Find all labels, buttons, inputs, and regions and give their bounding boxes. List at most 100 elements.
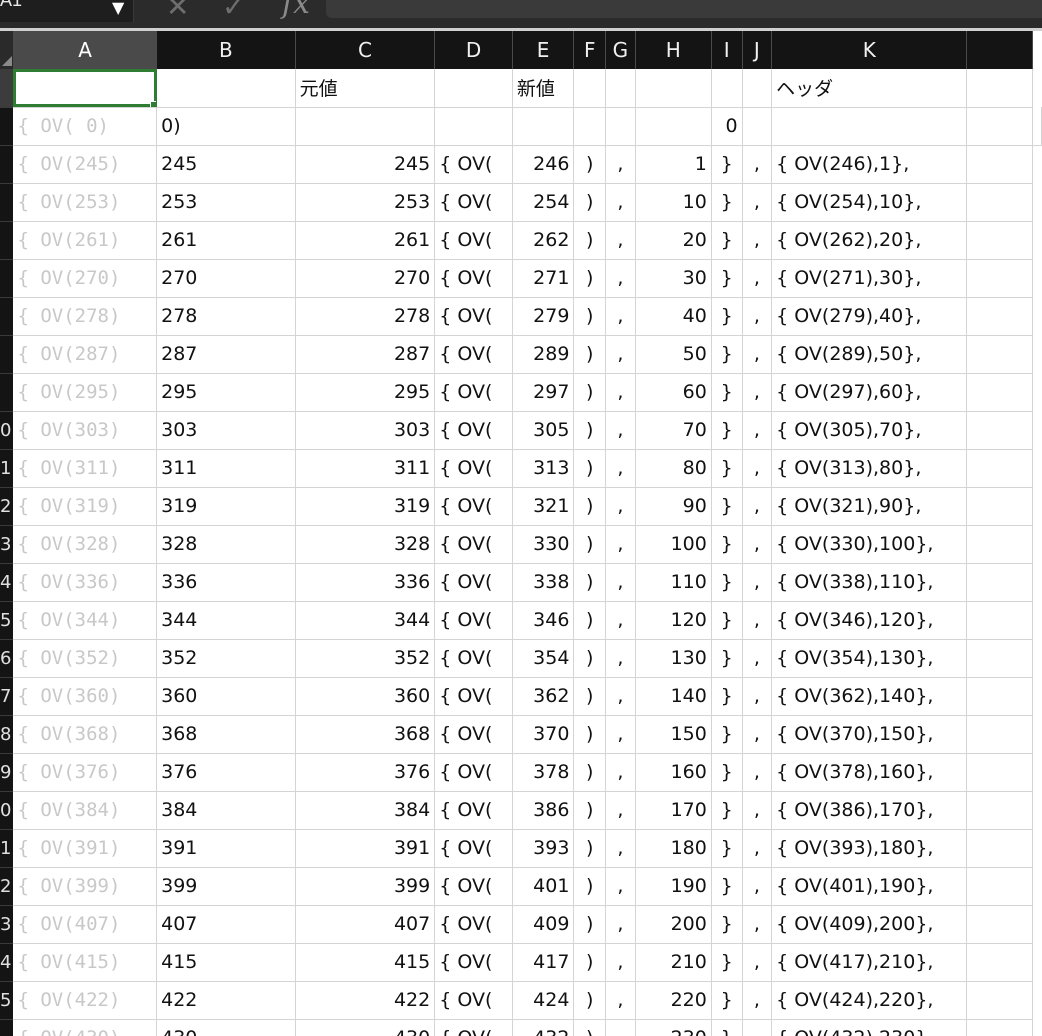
cell-g[interactable]: , (605, 411, 636, 450)
cell-e[interactable]: 289 (512, 335, 575, 374)
cell-b[interactable]: 253 (156, 183, 296, 222)
cell-e[interactable]: 362 (512, 677, 575, 716)
row-header[interactable] (0, 183, 14, 222)
cell-g[interactable]: , (605, 715, 636, 754)
cell-b[interactable]: 278 (156, 297, 296, 336)
cell-a[interactable]: { OV(352) (13, 639, 158, 678)
cell-b[interactable]: 368 (156, 715, 296, 754)
cell-c[interactable]: 261 (295, 221, 436, 260)
cell-h[interactable]: 140 (635, 677, 712, 716)
cell-b[interactable]: 319 (156, 487, 296, 526)
cell[interactable] (156, 69, 296, 108)
cell-f[interactable]: ) (573, 639, 607, 678)
cell-e[interactable]: 370 (512, 715, 575, 754)
row-header[interactable]: 4 (0, 943, 14, 982)
cell-f[interactable]: ) (573, 373, 607, 412)
cell-e[interactable]: 393 (512, 829, 575, 868)
cell-f[interactable]: ) (573, 981, 607, 1020)
cell-h[interactable]: 170 (635, 791, 712, 830)
cell-c[interactable]: 319 (295, 487, 436, 526)
cell-j[interactable]: , (742, 145, 773, 184)
cell-g[interactable]: , (605, 639, 636, 678)
row-header[interactable]: 1 (0, 449, 14, 488)
cell-g[interactable]: , (605, 183, 636, 222)
cell-e[interactable]: 271 (512, 259, 575, 298)
cell-k[interactable]: { OV(354),130}, (771, 639, 968, 678)
cell-g[interactable]: , (605, 373, 636, 412)
cell[interactable] (966, 753, 1033, 792)
cell-k[interactable]: { OV(246),1}, (771, 145, 968, 184)
row-header[interactable] (0, 69, 14, 108)
cell[interactable]: ヘッダ (771, 69, 968, 108)
cell-c[interactable]: 384 (295, 791, 436, 830)
cell-i[interactable]: } (711, 563, 743, 602)
cell-d[interactable]: { OV( (434, 677, 513, 716)
cell-f[interactable]: ) (573, 297, 607, 336)
name-box[interactable]: A1 ▼ (0, 0, 134, 22)
cell[interactable] (966, 715, 1033, 754)
column-header[interactable]: B (156, 31, 296, 69)
cell-k[interactable]: { OV(297),60}, (771, 373, 968, 412)
cell[interactable] (966, 411, 1033, 450)
cell-d[interactable]: { OV( (434, 297, 513, 336)
row-header[interactable]: 2 (0, 867, 14, 906)
cell-a[interactable]: { OV(399) (13, 867, 158, 906)
cell-d[interactable]: { OV( (434, 525, 513, 564)
cell-a[interactable]: { OV(376) (13, 753, 158, 792)
cell-d[interactable]: { OV( (434, 601, 513, 640)
cell-e[interactable]: 401 (512, 867, 575, 906)
cell-i[interactable]: } (711, 373, 743, 412)
cell-k[interactable]: { OV(424),220}, (771, 981, 968, 1020)
cell-d[interactable]: { OV( (434, 259, 513, 298)
cell-d[interactable]: { OV( (434, 563, 513, 602)
cell[interactable] (966, 867, 1033, 906)
cell[interactable] (742, 107, 773, 146)
cell-i[interactable]: } (711, 677, 743, 716)
cell-h[interactable]: 40 (635, 297, 712, 336)
cell-a[interactable]: { OV(253) (13, 183, 158, 222)
cell-i[interactable]: } (711, 791, 743, 830)
cell-k[interactable]: { OV(279),40}, (771, 297, 968, 336)
cell-f[interactable]: ) (573, 259, 607, 298)
row-header[interactable]: 8 (0, 715, 14, 754)
cell[interactable] (966, 145, 1033, 184)
cell-i[interactable]: } (711, 145, 743, 184)
cell-c[interactable]: 415 (295, 943, 436, 982)
confirm-icon[interactable]: ✓ (222, 0, 245, 23)
cell-g[interactable]: , (605, 563, 636, 602)
cell-f[interactable]: ) (573, 183, 607, 222)
cell-g[interactable]: , (605, 297, 636, 336)
cell-g[interactable]: , (605, 601, 636, 640)
cell-i[interactable]: } (711, 1019, 743, 1036)
cell-f[interactable]: ) (573, 867, 607, 906)
cell-a[interactable]: { OV(303) (13, 411, 158, 450)
cell-d[interactable]: { OV( (434, 145, 513, 184)
cell-c[interactable]: 422 (295, 981, 436, 1020)
cell-h[interactable]: 100 (635, 525, 712, 564)
cell-a[interactable]: { OV(422) (13, 981, 158, 1020)
cell-e[interactable]: 246 (512, 145, 575, 184)
cell-f[interactable]: ) (573, 525, 607, 564)
cell-a[interactable]: { OV(311) (13, 449, 158, 488)
cell-h[interactable]: 80 (635, 449, 712, 488)
cell-e[interactable]: 378 (512, 753, 575, 792)
cell-k[interactable]: { OV(305),70}, (771, 411, 968, 450)
cell-g[interactable]: , (605, 1019, 636, 1036)
cell-k[interactable]: { OV(401),190}, (771, 867, 968, 906)
cell-a[interactable]: { OV(328) (13, 525, 158, 564)
cell[interactable] (434, 69, 513, 108)
cell-c[interactable]: 245 (295, 145, 436, 184)
cell-f[interactable]: ) (573, 677, 607, 716)
cell-h[interactable]: 150 (635, 715, 712, 754)
row-header[interactable]: 5 (0, 981, 14, 1020)
cell-i[interactable]: } (711, 601, 743, 640)
row-header[interactable]: 3 (0, 905, 14, 944)
cell-b[interactable]: 376 (156, 753, 296, 792)
cell-g[interactable]: , (605, 677, 636, 716)
cell[interactable] (966, 677, 1033, 716)
cell-k[interactable]: { OV(378),160}, (771, 753, 968, 792)
row-header[interactable] (0, 373, 14, 412)
cell-h[interactable]: 120 (635, 601, 712, 640)
cell[interactable]: { OV( 0) (13, 107, 158, 146)
cell-b[interactable]: 287 (156, 335, 296, 374)
